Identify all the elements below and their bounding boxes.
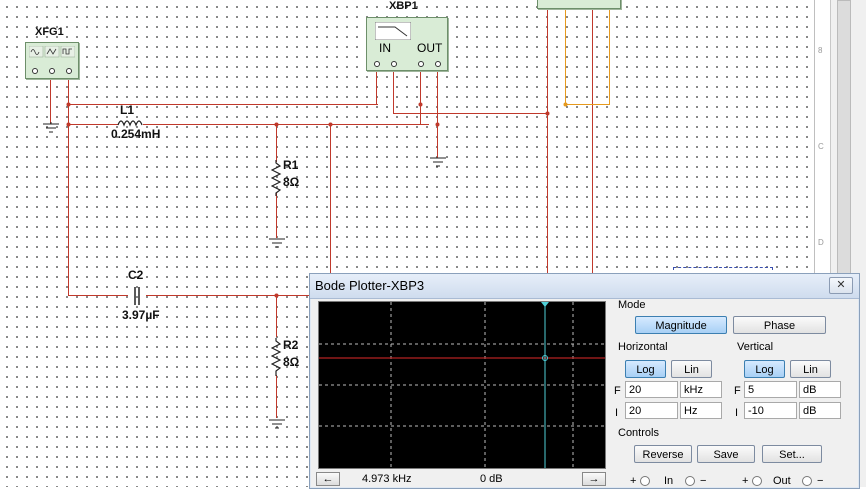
in-label: In [664, 475, 674, 487]
vertical-f-label: F [734, 385, 741, 397]
in-minus-terminal[interactable] [685, 476, 695, 486]
cursor-right-button[interactable]: → [582, 472, 606, 486]
function-generator-xfg1[interactable] [25, 42, 79, 79]
r1-value: 8Ω [283, 175, 300, 189]
vertical-initial-unit[interactable]: dB [799, 402, 841, 419]
vertical-final-unit[interactable]: dB [799, 381, 841, 398]
ruler-mark: D [818, 238, 824, 247]
terminal-out-plus[interactable] [418, 61, 424, 67]
window-title: Bode Plotter-XBP3 [315, 278, 425, 293]
bode-display[interactable] [318, 301, 606, 469]
mode-group-label: Mode [618, 299, 646, 311]
controls-group-label: Controls [618, 427, 659, 439]
r2-value: 8Ω [283, 355, 300, 369]
save-button[interactable]: Save [697, 445, 755, 463]
set-button[interactable]: Set... [762, 445, 822, 463]
in-plus-label: + [630, 475, 637, 487]
l1-label: L1 [120, 103, 135, 117]
close-button[interactable]: ✕ [829, 277, 853, 294]
in-plus-terminal[interactable] [640, 476, 650, 486]
xbp1-in-label: IN [379, 41, 391, 55]
magnitude-button[interactable]: Magnitude [635, 316, 727, 334]
vertical-lin-button[interactable]: Lin [790, 360, 831, 378]
phase-button[interactable]: Phase [733, 316, 826, 334]
out-minus-label: − [817, 475, 824, 487]
out-label: Out [773, 475, 791, 487]
bode-plotter-xbp1[interactable]: IN OUT [366, 17, 448, 71]
wire [276, 295, 277, 337]
ruler-mark: 8 [818, 46, 823, 55]
horizontal-f-label: F [614, 385, 621, 397]
capacitor-icon[interactable] [127, 286, 147, 306]
r2-label: R2 [283, 338, 299, 352]
gain-readout: 0 dB [480, 473, 503, 485]
vertical-log-button[interactable]: Log [744, 360, 785, 378]
waveform-icons [29, 46, 75, 58]
r1-label: R1 [283, 158, 299, 172]
terminal-minus[interactable] [66, 68, 72, 74]
junction-dots [66, 102, 568, 298]
vertical-i-label: I [735, 407, 739, 419]
vertical-final-input[interactable]: 5 [744, 381, 797, 398]
l1-value: 0.254mH [111, 127, 161, 141]
vertical-group-label: Vertical [737, 341, 774, 353]
terminal-out-minus[interactable] [435, 61, 441, 67]
cursor-left-button[interactable]: ← [316, 472, 340, 486]
wire [276, 375, 277, 418]
in-minus-label: − [700, 475, 707, 487]
horizontal-final-input[interactable]: 20 [625, 381, 678, 398]
horizontal-lin-button[interactable]: Lin [671, 360, 712, 378]
xbp1-label: XBP1 [389, 0, 418, 12]
vertical-initial-input[interactable]: -10 [744, 402, 797, 419]
resistor-icon[interactable] [271, 338, 283, 376]
ground-icon [269, 419, 285, 429]
terminal-in-plus[interactable] [374, 61, 380, 67]
out-minus-terminal[interactable] [802, 476, 812, 486]
bode-graph [319, 302, 605, 468]
frequency-readout: 4.973 kHz [362, 473, 412, 485]
terminal-common[interactable] [49, 68, 55, 74]
resistor-icon[interactable] [271, 160, 283, 196]
horizontal-initial-unit[interactable]: Hz [680, 402, 722, 419]
c2-value: 3.97µF [122, 308, 160, 322]
graph-grid [319, 302, 605, 468]
xfg1-label: XFG1 [35, 26, 64, 38]
xbp1-out-label: OUT [417, 41, 443, 55]
c2-label: C2 [128, 268, 144, 282]
bode-display-icon [375, 22, 411, 40]
reverse-button[interactable]: Reverse [634, 445, 692, 463]
horizontal-final-unit[interactable]: kHz [680, 381, 722, 398]
horizontal-group-label: Horizontal [618, 341, 668, 353]
window-titlebar[interactable]: Bode Plotter-XBP3 ✕ [310, 274, 859, 299]
bode-plotter-window[interactable]: Bode Plotter-XBP3 ✕ ← 4.973 kHz 0 dB → M… [309, 273, 860, 489]
horizontal-i-label: I [615, 407, 619, 419]
horizontal-initial-input[interactable]: 20 [625, 402, 678, 419]
horizontal-log-button[interactable]: Log [625, 360, 666, 378]
terminal-in-minus[interactable] [391, 61, 397, 67]
scrollbar-thumb[interactable] [837, 0, 851, 302]
readout-bar: ← 4.973 kHz 0 dB → [316, 472, 606, 487]
terminal-plus[interactable] [32, 68, 38, 74]
out-plus-label: + [742, 475, 749, 487]
cursor-marker [541, 302, 549, 307]
out-plus-terminal[interactable] [752, 476, 762, 486]
ruler-mark: C [818, 142, 824, 151]
